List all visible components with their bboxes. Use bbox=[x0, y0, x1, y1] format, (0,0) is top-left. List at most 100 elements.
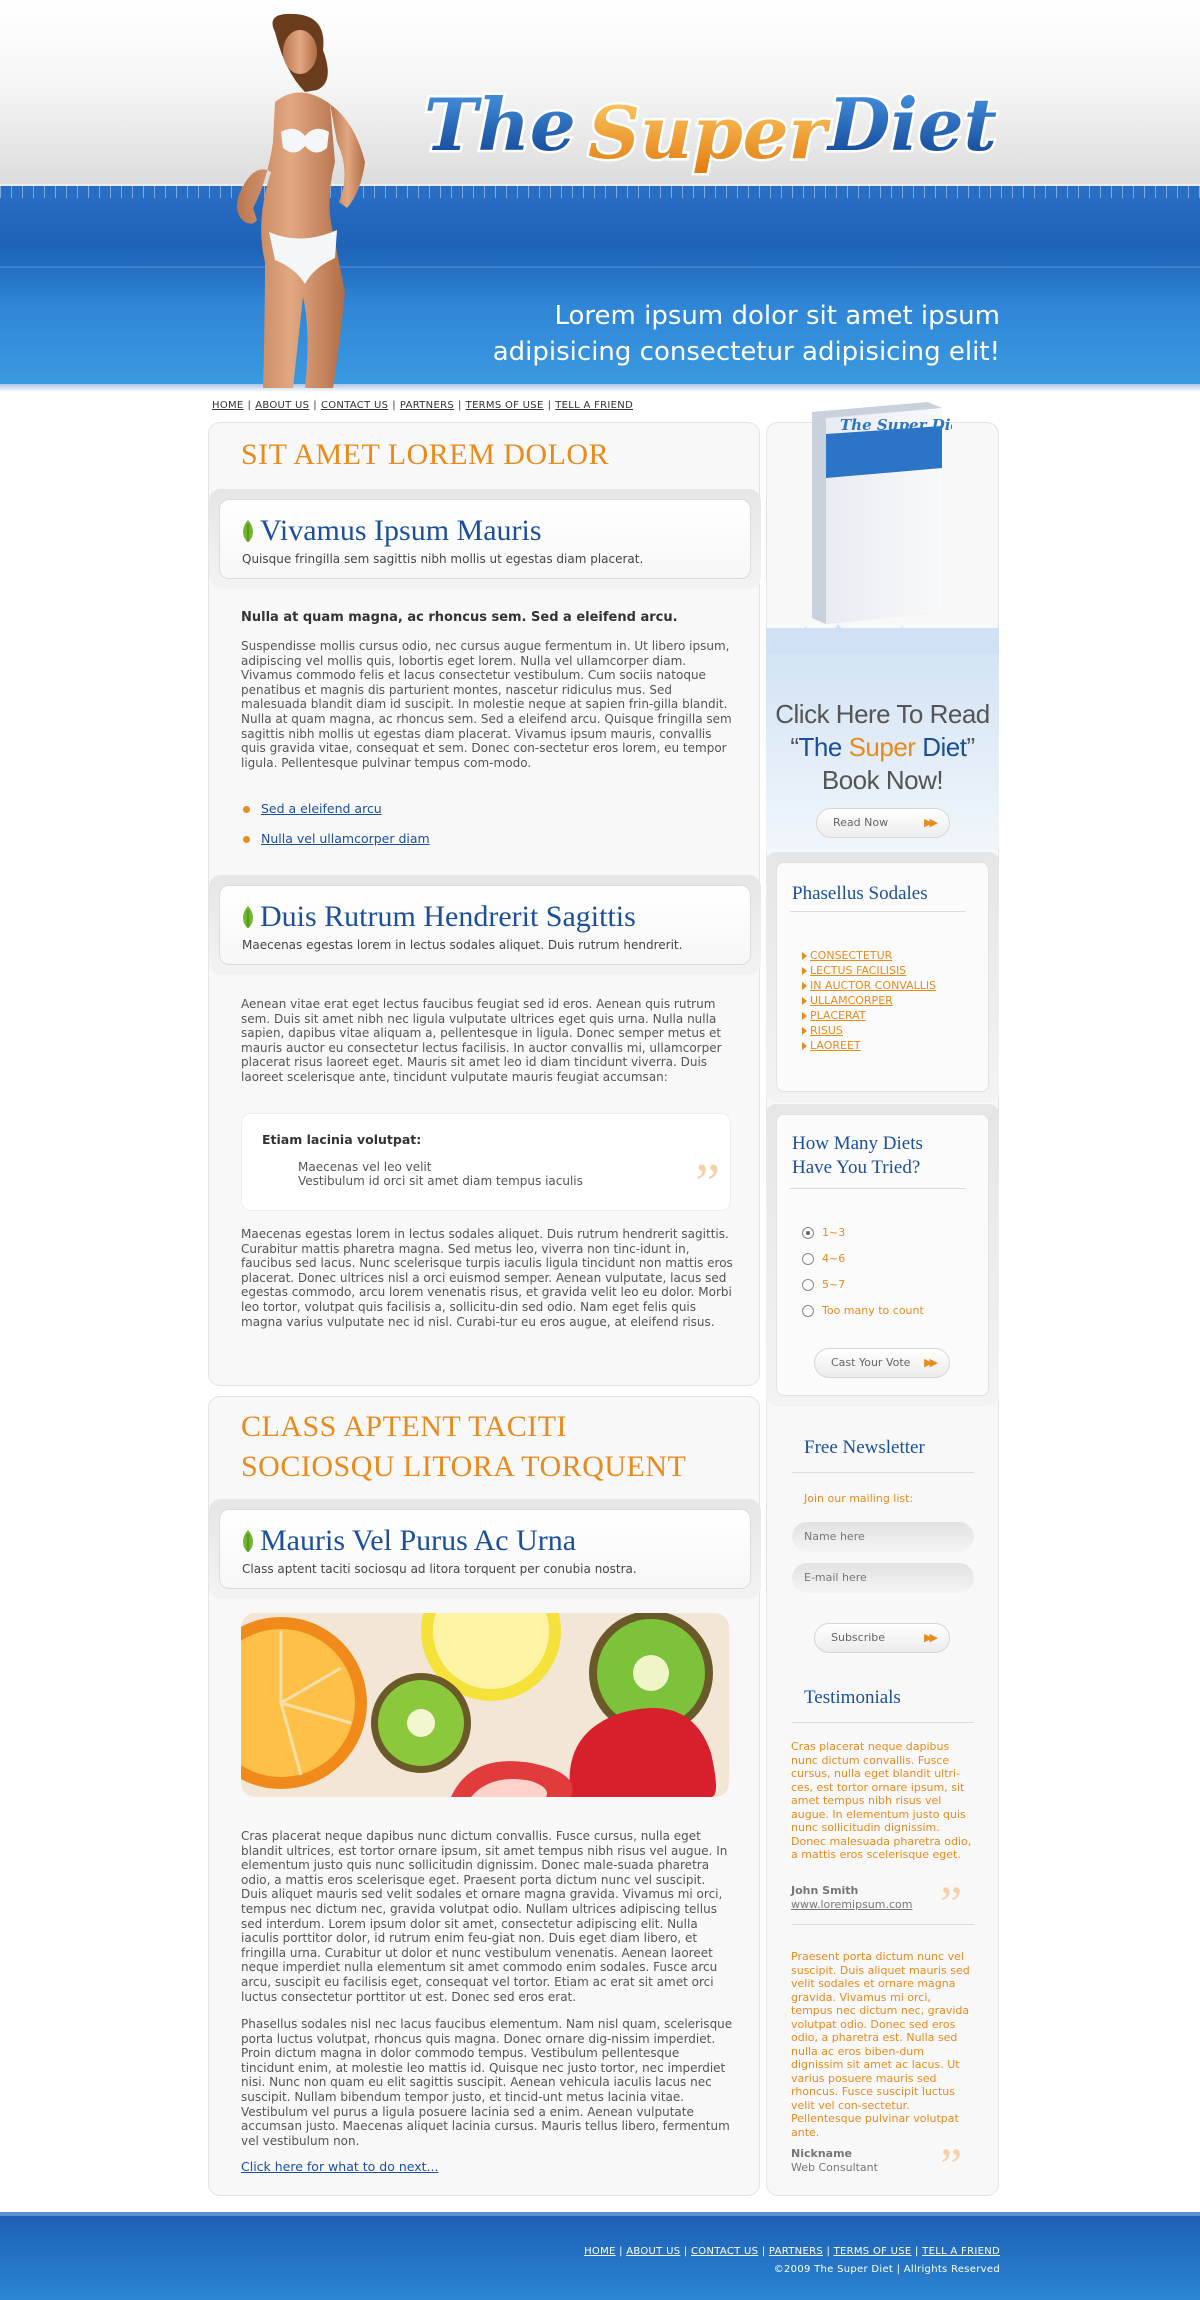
post-subtitle: Maecenas egestas lorem in lectus sodales… bbox=[242, 938, 683, 952]
leaf-icon bbox=[243, 520, 253, 542]
post-title-text: Mauris Vel Purus Ac Urna bbox=[260, 1524, 577, 1557]
ebook-cover-image[interactable]: The Super Diet bbox=[802, 398, 952, 630]
categories-box: Phasellus Sodales CONSECTETUR LECTUS FAC… bbox=[766, 852, 999, 1102]
tagline-line-1: Lorem ipsum dolor sit amet ipsum bbox=[554, 301, 1000, 331]
testimonial-role: Web Consultant bbox=[791, 2161, 878, 2174]
post-lead: Nulla at quam magna, ac rhoncus sem. Sed… bbox=[241, 610, 678, 625]
tagline-line-2: adipisicing consectetur adipisicing elit… bbox=[492, 337, 1000, 367]
divider bbox=[792, 1472, 974, 1473]
cast-vote-button[interactable]: Cast Your Vote ▶▶ bbox=[814, 1348, 950, 1378]
post-subtitle: Quisque fringilla sem sagittis nibh moll… bbox=[242, 552, 644, 566]
footer-nav-about-us[interactable]: ABOUT US bbox=[626, 2246, 680, 2257]
quote-mark-icon: ” bbox=[940, 1875, 963, 1931]
post-title-text: Vivamus Ipsum Mauris bbox=[260, 514, 542, 547]
category-link[interactable]: CONSECTETUR bbox=[810, 949, 892, 962]
post-header-inner: Vivamus Ipsum Mauris Quisque fringilla s… bbox=[219, 499, 751, 579]
nav-tell-a-friend[interactable]: TELL A FRIEND bbox=[555, 400, 633, 411]
post-body: Maecenas egestas lorem in lectus sodales… bbox=[241, 1227, 733, 1329]
section-title-line-2: SOCIOSQU LITORA TORQUENT bbox=[241, 1450, 687, 1483]
blockquote: Etiam lacinia volutpat: Maecenas vel leo… bbox=[241, 1113, 731, 1212]
book-promo: The Super Diet Click Here To Read “The S… bbox=[766, 398, 999, 850]
list-item: IN AUCTOR CONVALLIS bbox=[802, 978, 936, 993]
quote-line: Maecenas vel leo velit bbox=[298, 1160, 432, 1174]
category-link[interactable]: IN AUCTOR CONVALLIS bbox=[810, 979, 936, 992]
radio-button[interactable] bbox=[802, 1226, 814, 1239]
subscribe-button[interactable]: Subscribe ▶▶ bbox=[814, 1623, 950, 1653]
poll-box: How Many Diets Have You Tried? 1~3 4~6 5… bbox=[766, 1104, 999, 1406]
nav-terms-of-use[interactable]: TERMS OF USE bbox=[466, 400, 544, 411]
post-header-box: Vivamus Ipsum Mauris Quisque fringilla s… bbox=[209, 489, 761, 589]
footer-nav-partners[interactable]: PARTNERS bbox=[769, 2246, 823, 2257]
svg-text:Diet: Diet bbox=[826, 82, 997, 167]
post-title: Duis Rutrum Hendrerit Sagittis bbox=[240, 900, 636, 934]
testimonial-author: Nickname bbox=[791, 2147, 852, 2160]
testimonial-website-link[interactable]: www.loremipsum.com bbox=[791, 1898, 912, 1911]
category-link[interactable]: RISUS bbox=[810, 1024, 843, 1037]
poll-option[interactable]: 5~7 bbox=[802, 1278, 845, 1291]
poll-option[interactable]: 1~3 bbox=[802, 1226, 845, 1239]
footer-nav-terms-of-use[interactable]: TERMS OF USE bbox=[834, 2246, 912, 2257]
poll-title: How Many Diets Have You Tried? bbox=[792, 1133, 923, 1178]
site-logo: The Super Diet bbox=[422, 80, 1000, 178]
nav-about-us[interactable]: ABOUT US bbox=[255, 400, 309, 411]
starburst-decoration bbox=[766, 624, 999, 654]
list-item: RISUS bbox=[802, 1023, 936, 1038]
divider bbox=[790, 911, 966, 912]
cta-line-3: Book Now! bbox=[821, 765, 944, 795]
nav-home[interactable]: HOME bbox=[212, 400, 244, 411]
post-header-inner: Duis Rutrum Hendrerit Sagittis Maecenas … bbox=[219, 885, 751, 965]
post-body: Phasellus sodales nisl nec lacus faucibu… bbox=[241, 2017, 733, 2148]
post-header-box: Duis Rutrum Hendrerit Sagittis Maecenas … bbox=[209, 875, 761, 975]
double-arrow-icon: ▶▶ bbox=[924, 1356, 938, 1369]
book-cover-title: The Super Diet bbox=[840, 416, 952, 434]
list-item: LAOREET bbox=[802, 1038, 936, 1053]
divider bbox=[790, 1188, 966, 1189]
site-footer: HOME | ABOUT US | CONTACT US | PARTNERS … bbox=[0, 2212, 1200, 2300]
leaf-icon bbox=[243, 906, 253, 928]
section-title-line-1: CLASS APTENT TACITI bbox=[241, 1410, 568, 1443]
header-tagline: Lorem ipsum dolor sit amet ipsum adipisi… bbox=[380, 298, 1000, 370]
footer-nav-tell-a-friend[interactable]: TELL A FRIEND bbox=[922, 2246, 1000, 2257]
category-link[interactable]: LECTUS FACILISIS bbox=[810, 964, 906, 977]
post-body: Cras placerat neque dapibus nunc dictum … bbox=[241, 1829, 728, 2004]
list-item: ULLAMCORPER bbox=[802, 993, 936, 1008]
post-body: Aenean vitae erat eget lectus faucibus f… bbox=[241, 997, 722, 1084]
testimonial-text: Praesent porta dictum nunc vel suscipit.… bbox=[791, 1950, 970, 2139]
divider bbox=[792, 1722, 974, 1723]
radio-button[interactable] bbox=[802, 1252, 814, 1265]
footer-nav-contact-us[interactable]: CONTACT US bbox=[691, 2246, 758, 2257]
post-header-inner: Mauris Vel Purus Ac Urna Class aptent ta… bbox=[219, 1509, 751, 1589]
categories-title: Phasellus Sodales bbox=[792, 883, 928, 904]
category-link[interactable]: LAOREET bbox=[810, 1039, 861, 1052]
radio-button[interactable] bbox=[802, 1304, 814, 1317]
list-item: LECTUS FACILISIS bbox=[802, 963, 936, 978]
post-link-1[interactable]: Sed a eleifend arcu bbox=[261, 801, 382, 816]
post-link-list: Sed a eleifend arcu Nulla vel ullamcorpe… bbox=[241, 801, 430, 861]
nav-contact-us[interactable]: CONTACT US bbox=[321, 400, 388, 411]
testimonial-text: Cras placerat neque dapibus nunc dictum … bbox=[791, 1740, 972, 1861]
nav-partners[interactable]: PARTNERS bbox=[400, 400, 454, 411]
post-subtitle: Class aptent taciti sociosqu ad litora t… bbox=[242, 1562, 637, 1576]
post-header-box: Mauris Vel Purus Ac Urna Class aptent ta… bbox=[209, 1499, 761, 1599]
divider bbox=[792, 1924, 974, 1925]
top-nav: HOME | ABOUT US | CONTACT US | PARTNERS | TERMS … bbox=[212, 400, 634, 411]
name-field[interactable]: Name here bbox=[792, 1522, 974, 1552]
leaf-icon bbox=[243, 1530, 253, 1552]
section-title: SIT AMET LOREM DOLOR bbox=[241, 438, 610, 471]
poll-option[interactable]: 4~6 bbox=[802, 1252, 845, 1265]
category-link[interactable]: ULLAMCORPER bbox=[810, 994, 893, 1007]
post-body: Suspendisse mollis cursus odio, nec curs… bbox=[241, 639, 732, 770]
read-more-link[interactable]: Click here for what to do next... bbox=[241, 2159, 438, 2174]
post-title-text: Duis Rutrum Hendrerit Sagittis bbox=[260, 900, 636, 933]
email-field[interactable]: E-mail here bbox=[792, 1563, 974, 1593]
poll-option[interactable]: Too many to count bbox=[802, 1304, 924, 1317]
post-link-2[interactable]: Nulla vel ullamcorper diam bbox=[261, 831, 430, 846]
footer-nav-home[interactable]: HOME bbox=[584, 2246, 616, 2257]
double-arrow-icon: ▶▶ bbox=[924, 816, 938, 829]
radio-button[interactable] bbox=[802, 1278, 814, 1291]
testimonials-title: Testimonials bbox=[804, 1687, 901, 1708]
category-link[interactable]: PLACERAT bbox=[810, 1009, 866, 1022]
read-book-cta[interactable]: Click Here To Read “The Super Diet” Book… bbox=[766, 698, 999, 797]
fruit-image bbox=[241, 1613, 729, 1797]
read-now-button[interactable]: Read Now ▶▶ bbox=[816, 808, 950, 838]
